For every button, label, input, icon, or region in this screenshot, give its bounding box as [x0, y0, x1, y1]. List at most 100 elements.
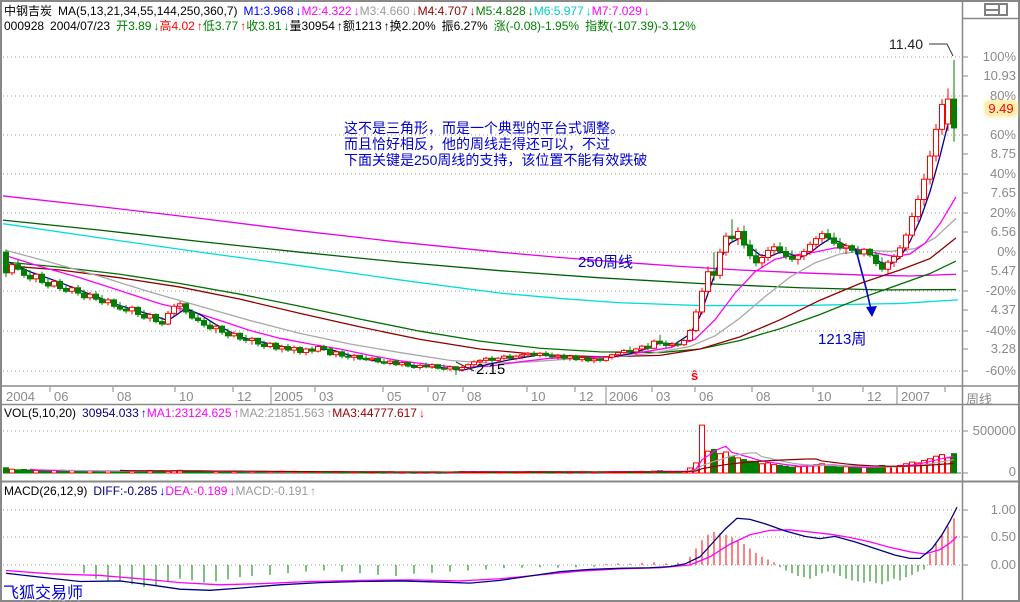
time-axis-label: 10 — [531, 389, 545, 404]
axis-percent-label: 100% — [983, 49, 1016, 64]
window-layout-icon[interactable] — [984, 3, 1008, 16]
signal-marker: ŝ — [691, 368, 698, 383]
time-axis-label: 08 — [117, 389, 131, 404]
quote-field: 2004/07/23 — [50, 19, 110, 33]
axis-macd-label: 0.50 — [991, 529, 1016, 544]
trend-arrow-icon: ↑ — [141, 406, 147, 420]
current-price-tag: 9.49 — [985, 101, 1017, 116]
wk1213-annotation: 1213周 — [818, 328, 866, 349]
trend-arrow-icon: ↓ — [586, 4, 592, 18]
time-axis-label: 2004 — [6, 389, 35, 404]
low-price-annotation: 2.15 — [476, 361, 505, 378]
time-axis-label: 10 — [179, 389, 193, 404]
header-quote-row: 0009282004/07/23开3.89↓高4.02↑低3.77↑收3.81↓… — [4, 17, 702, 34]
axis-macd-label: 1.00 — [991, 502, 1016, 517]
time-axis-label: 05 — [387, 389, 401, 404]
trend-arrow-icon: ↓ — [354, 4, 360, 18]
axis-percent-label: 60% — [990, 127, 1016, 142]
axis-percent-label: -20% — [986, 283, 1016, 298]
macd-field: DEA:-0.189 — [165, 484, 227, 498]
ma250-annotation: 250周线 — [578, 251, 633, 272]
period-label[interactable]: 周线 — [966, 389, 992, 408]
time-axis-label: 08 — [467, 389, 481, 404]
stock-chart-app: 中钢吉炭 MA(5,13,21,34,55,144,250,360,7) M1:3.… — [0, 0, 1020, 602]
note-line-3: 下面关键是250周线的支持，该位置不能有效跌破 — [344, 152, 647, 168]
axis-percent-label: 0% — [997, 244, 1016, 259]
trend-arrow-icon: ↓ — [296, 4, 302, 18]
axis-price-label: 10.93 — [983, 68, 1016, 83]
macd-indicator-row: MACD(26,12,9)DIFF:-0.285↓DEA:-0.189↓MACD… — [4, 484, 316, 498]
trend-arrow-icon: ↓ — [412, 4, 418, 18]
trend-arrow-icon: ↑ — [234, 406, 240, 420]
quote-field: 指数(-107.39)-3.12% — [585, 19, 696, 33]
time-axis-label: 12 — [237, 389, 251, 404]
app-logo: 飞狐交易师 — [3, 579, 83, 602]
vol-field: 30954.033 — [82, 406, 139, 420]
time-axis-label: 2005 — [274, 389, 303, 404]
axis-price-label: 3.28 — [991, 341, 1016, 356]
axis-percent-label: 80% — [990, 88, 1016, 103]
trend-arrow-icon: ↓ — [284, 19, 290, 33]
quote-field: 额1213 — [343, 19, 382, 33]
macd-field: MACD(26,12,9) — [4, 484, 87, 498]
time-axis-label: 03 — [319, 389, 333, 404]
axis-percent-label: 20% — [990, 205, 1016, 220]
time-axis-label: 03 — [656, 389, 670, 404]
time-axis-label: 06 — [54, 389, 68, 404]
axis-price-label: 4.37 — [991, 302, 1016, 317]
quote-field: 收3.81 — [246, 19, 281, 33]
vol-field: VOL(5,10,20) — [4, 406, 76, 420]
vol-field: MA1:23124.625 — [147, 406, 232, 420]
axis-percent-label: 40% — [990, 166, 1016, 181]
quote-field: 000928 — [4, 19, 44, 33]
time-axis-label: 07 — [432, 389, 446, 404]
volume-indicator-row: VOL(5,10,20)30954.033↑MA1:23124.625↑MA2:… — [4, 406, 425, 420]
high-price-annotation: 11.40 — [889, 36, 923, 52]
time-axis-label: 2006 — [609, 389, 638, 404]
axis-percent-label: -40% — [986, 323, 1016, 338]
note-line-1: 这不是三角形，而是一个典型的平台式调整。 — [344, 120, 647, 136]
vol-field: MA3:44777.617 — [332, 406, 417, 420]
axis-volume-label: 500000 — [973, 423, 1016, 438]
axis-volume-label: 0 — [1009, 464, 1016, 479]
time-axis-label: 2007 — [901, 389, 930, 404]
macd-field: DIFF:-0.285 — [93, 484, 157, 498]
ma-value: M6:5.977 — [534, 4, 584, 18]
vol-field: MA2:21851.563 — [240, 406, 325, 420]
ma-value: MA(5,13,21,34,55,144,250,360,7) — [58, 4, 237, 18]
ma-value: M1:3.968 — [243, 4, 293, 18]
quote-field: 低3.77 — [203, 19, 238, 33]
analyst-note: 这不是三角形，而是一个典型的平台式调整。 而且恰好相反，他的周线走得还可以，不过… — [344, 120, 647, 168]
time-axis-label: 08 — [756, 389, 770, 404]
ma-value: M7:7.029 — [592, 4, 642, 18]
macd-field: MACD:-0.191 — [235, 484, 308, 498]
time-axis-label: 10 — [817, 389, 831, 404]
trend-arrow-icon: ↓ — [644, 4, 650, 18]
trend-arrow-icon: ↑ — [197, 19, 203, 33]
trend-arrow-icon: ↓ — [419, 406, 425, 420]
trend-arrow-icon: ↓ — [470, 4, 476, 18]
ma-value: M5:4.828 — [476, 4, 526, 18]
axis-price-label: 6.56 — [991, 224, 1016, 239]
axis-macd-label: 0.00 — [991, 557, 1016, 572]
ma-value: 中钢吉炭 — [4, 4, 52, 18]
note-line-2: 而且恰好相反，他的周线走得还可以，不过 — [344, 136, 647, 152]
axis-price-label: 5.47 — [991, 263, 1016, 278]
quote-field: 振6.27% — [442, 19, 488, 33]
quote-field: 量30954 — [290, 19, 335, 33]
quote-field: 换2.20% — [390, 19, 436, 33]
quote-field: 高4.02 — [159, 19, 194, 33]
time-axis-label: 06 — [699, 389, 713, 404]
axis-price-label: 8.75 — [991, 146, 1016, 161]
axis-price-label: 7.65 — [991, 185, 1016, 200]
ma-value: M3:4.660 — [360, 4, 410, 18]
trend-arrow-icon: ↓ — [528, 4, 534, 18]
time-axis-label: 12 — [579, 389, 593, 404]
ma-value: M2:4.322 — [302, 4, 352, 18]
ma-value: M4:4.707 — [418, 4, 468, 18]
trend-arrow-icon: ↑ — [310, 484, 316, 498]
chart-canvas[interactable] — [0, 0, 1020, 602]
quote-field: 涨(-0.08)-1.95% — [494, 19, 579, 33]
axis-percent-label: -60% — [986, 363, 1016, 378]
time-axis-label: 12 — [867, 389, 881, 404]
